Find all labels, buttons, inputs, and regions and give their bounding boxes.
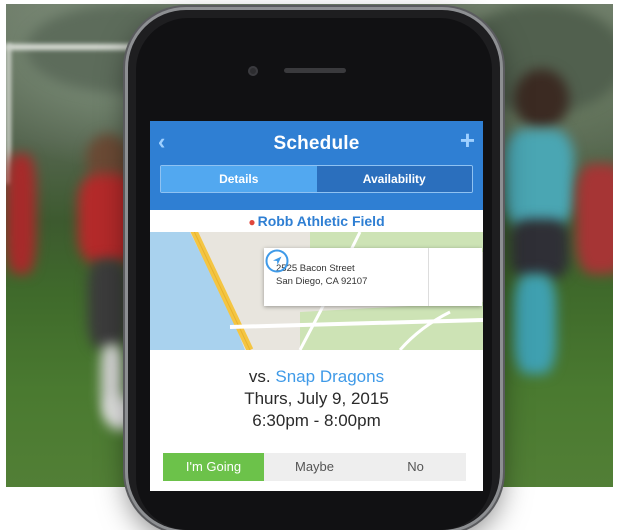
opponent-team-link[interactable]: Snap Dragons (275, 367, 384, 386)
player-teal-head (514, 69, 569, 129)
player-teal-shorts (511, 219, 569, 279)
player-teal-legs (514, 274, 556, 374)
tab-details[interactable]: Details (161, 166, 317, 192)
event-date: Thurs, July 9, 2015 (244, 389, 389, 408)
add-plus-icon[interactable]: + (460, 127, 475, 153)
earpiece-speaker (284, 68, 346, 73)
app-screen: ‹ Schedule + Details Availability ● Robb … (150, 121, 483, 491)
soccer-goal-crossbar (6, 44, 146, 50)
player-left (6, 154, 36, 274)
location-name-link[interactable]: ● Robb Athletic Field (150, 210, 483, 232)
vs-label: vs. (248, 367, 271, 386)
tab-availability[interactable]: Availability (316, 166, 472, 192)
rsvp-going-button[interactable]: I'm Going (163, 453, 264, 481)
player-red-legs (88, 259, 128, 349)
event-details: vs. Snap Dragons Thurs, July 9, 2015 6:3… (150, 350, 483, 432)
map-pin-icon: ● (248, 215, 256, 229)
rsvp-no-button[interactable]: No (365, 453, 466, 481)
opponent-line: vs. Snap Dragons (150, 366, 483, 388)
address-card[interactable]: 2525 Bacon Street San Diego, CA 92107 (264, 248, 482, 306)
event-time: 6:30pm - 8:00pm (252, 411, 381, 430)
location-name: Robb Athletic Field (257, 213, 385, 229)
navigation-arrow-icon[interactable] (264, 248, 290, 274)
segmented-control: Details Availability (160, 165, 473, 193)
rsvp-segmented-control: I'm Going Maybe No (163, 453, 466, 481)
navigation-bar: ‹ Schedule + Details Availability (150, 121, 483, 210)
player-right (576, 164, 613, 274)
rsvp-maybe-button[interactable]: Maybe (264, 453, 365, 481)
address-divider (428, 248, 429, 306)
address-city: San Diego, CA 92107 (276, 276, 368, 287)
player-teal-jersey (504, 129, 574, 229)
page-title: Schedule (273, 133, 360, 154)
front-camera (248, 66, 258, 76)
map-view[interactable]: 2525 Bacon Street San Diego, CA 92107 (150, 232, 483, 350)
